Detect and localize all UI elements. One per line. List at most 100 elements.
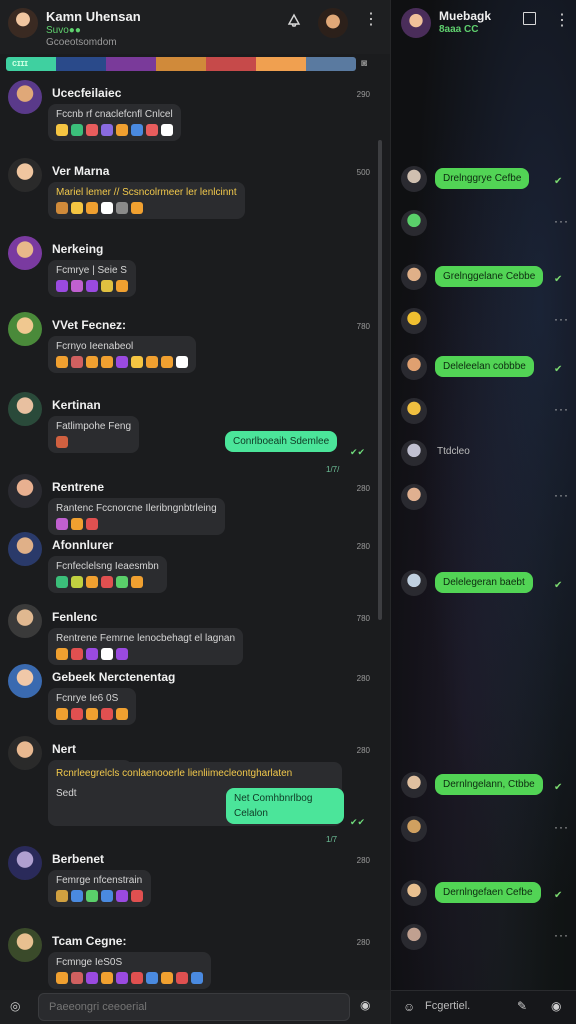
message-row[interactable]: Dernlngelann, Ctbbe ✔ [391,772,576,802]
profile-avatar[interactable] [8,8,38,38]
sticker-icon[interactable]: ◉ [360,998,370,1012]
story-thumb[interactable] [106,57,156,71]
avatar[interactable] [8,474,42,508]
message-preview-bubble[interactable]: Fcrnyo Ieenabeol [48,336,196,373]
message-row[interactable]: ··· [391,210,576,240]
story-thumb[interactable] [156,57,206,71]
sent-message-bubble[interactable]: Deleleelan cobbbe [435,356,534,377]
story-strip[interactable] [6,57,356,71]
chat-time: 280 [356,856,370,865]
story-thumb[interactable] [256,57,306,71]
sent-message-bubble[interactable]: Delelegeran baebt [435,572,533,593]
more-horizontal-icon[interactable]: ··· [554,312,569,326]
contact-avatar[interactable] [401,8,431,38]
avatar[interactable] [8,664,42,698]
message-row[interactable]: Delelegeran baebt ✔ [391,570,576,600]
message-row[interactable]: ··· [391,398,576,428]
story-thumb[interactable] [206,57,256,71]
message-preview-bubble[interactable]: Fccnb rf cnaclefcnfl Cnlcel [48,104,181,141]
more-horizontal-icon[interactable]: ··· [554,928,569,942]
message-preview-bubble[interactable]: Rentrene Femrne lenocbehagt el lagnan [48,628,244,665]
emoji-icon [56,356,68,368]
message-preview-bubble[interactable]: Mariel lemer // Scsncolrmeer ler lenlcin… [48,182,245,219]
chat-name: Ver Marna [52,164,110,178]
avatar[interactable] [8,736,42,770]
avatar[interactable] [401,210,427,236]
message-row[interactable]: Deleleelan cobbbe ✔ [391,354,576,384]
story-thumb[interactable] [56,57,106,71]
pen-icon[interactable]: ✎ [517,999,527,1013]
more-vertical-icon[interactable]: ⋮ [554,10,570,30]
message-row[interactable]: Dernlngefaen Cefbe ✔ [391,880,576,910]
emoji-icon [56,202,68,214]
emoji-line [56,356,188,368]
avatar[interactable] [401,816,427,842]
avatar[interactable] [8,846,42,880]
avatar[interactable] [401,880,427,906]
avatar[interactable] [401,484,427,510]
avatar[interactable] [8,392,42,426]
message-preview-bubble[interactable]: Femrge nfcenstrain [48,870,151,907]
message-row[interactable]: Grelnggelane Cebbe ✔ [391,264,576,294]
message-preview-bubble[interactable]: Fcmnge IeS0S [48,952,211,989]
emoji-line [56,518,217,530]
avatar[interactable] [401,570,427,596]
message-preview-bubble[interactable]: Fcnrye Ie6 0S [48,688,136,725]
emoji-icon [116,972,128,984]
avatar[interactable] [8,604,42,638]
sent-message-bubble[interactable]: Net Comhbnrlbog Celalon [226,788,344,824]
message-preview-bubble[interactable]: Rantenc Fccnorcne Ileribngnbtrleing [48,498,225,535]
sent-message-bubble[interactable]: Conrlboeaih Sdemlee [225,431,338,452]
square-icon[interactable] [523,12,536,25]
message-preview-bubble[interactable]: Fatlimpohe Feng [48,416,140,453]
avatar[interactable] [8,158,42,192]
sent-message-bubble[interactable]: Dernlngelann, Ctbbe [435,774,543,795]
more-vertical-icon[interactable]: ⋮ [363,12,379,28]
message-preview-bubble[interactable]: Fcmrye | Seie S [48,260,136,297]
message-row[interactable]: ··· [391,924,576,954]
conversation-header: Muebagk 8aaa CC ⋮ [391,0,576,44]
message-row[interactable]: ··· [391,816,576,846]
avatar[interactable] [401,166,427,192]
more-horizontal-icon[interactable]: ··· [554,402,569,416]
avatar[interactable] [8,80,42,114]
message-row[interactable]: ··· [391,308,576,338]
message-row[interactable]: ··· [391,484,576,514]
emoji-icon [71,890,83,902]
more-horizontal-icon[interactable]: ··· [554,214,569,228]
avatar[interactable] [401,354,427,380]
attach-icon[interactable]: ◎ [10,999,20,1013]
avatar[interactable] [8,928,42,962]
message-input[interactable]: Fcgertiel. [425,1000,470,1012]
avatar[interactable] [401,398,427,424]
avatar[interactable] [401,772,427,798]
sent-message-bubble[interactable]: Dernlngefaen Cefbe [435,882,541,903]
avatar[interactable] [401,308,427,334]
story-thumb[interactable] [306,57,356,71]
emoji-line [56,890,143,902]
avatar[interactable] [401,440,427,466]
message-row[interactable]: Drelnggrye Cefbe ✔ [391,166,576,196]
message-input[interactable] [38,993,350,1021]
camera-icon[interactable]: ◙ [361,58,367,69]
avatar[interactable] [8,532,42,566]
avatar[interactable] [8,236,42,270]
sticker-icon[interactable]: ◉ [551,999,561,1013]
more-horizontal-icon[interactable]: ··· [554,488,569,502]
read-tick-icon: ✔ [554,364,563,375]
emoji-icon[interactable]: ☺ [403,1000,415,1014]
emoji-icon [56,648,68,660]
message-preview-bubble[interactable]: Fcnfeclelsng Ieaesmbn [48,556,167,593]
sent-message-bubble[interactable]: Drelnggrye Cefbe [435,168,530,189]
emoji-line [56,124,173,136]
scrollbar[interactable] [378,140,382,620]
message-row[interactable]: Ttdcleo [391,440,576,470]
chat-list-pane: Kamn Uhensan Suvo●● Gcoeotsomdom ⋮ ᴄɪɪɪ … [0,0,390,1024]
avatar[interactable] [401,924,427,950]
sent-message-bubble[interactable]: Grelnggelane Cebbe [435,266,544,287]
bell-icon[interactable] [286,12,302,32]
more-horizontal-icon[interactable]: ··· [554,820,569,834]
avatar[interactable] [8,312,42,346]
contact-avatar[interactable] [318,8,348,38]
avatar[interactable] [401,264,427,290]
